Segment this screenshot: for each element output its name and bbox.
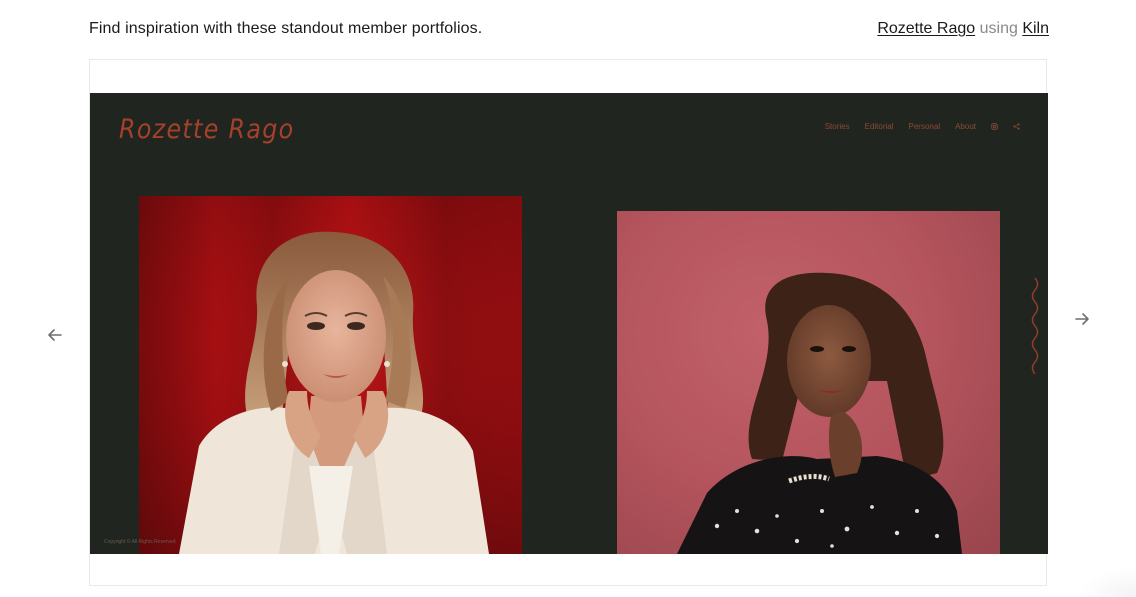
site-nav-item-editorial: Editorial [864, 122, 894, 131]
using-text: using [979, 20, 1018, 37]
arrow-left-icon [48, 329, 62, 341]
site-nav: Stories Editorial Personal About [825, 122, 1020, 131]
page: Find inspiration with these standout mem… [0, 0, 1136, 597]
site-nav-item-about: About [955, 122, 976, 131]
portrait-photo-2 [617, 211, 1000, 554]
corner-shadow [1076, 567, 1136, 597]
instagram-icon [991, 123, 998, 130]
site-nav-item-stories: Stories [824, 122, 850, 131]
site-logo: Rozette Rago [119, 114, 295, 145]
carousel-next-button[interactable] [1070, 307, 1094, 331]
tagline: Find inspiration with these standout mem… [89, 20, 483, 37]
portfolio-credit: Rozette Rago using Kiln [877, 20, 1049, 38]
template-link[interactable]: Kiln [1022, 20, 1049, 37]
portfolio-preview[interactable]: Rozette Rago Stories Editorial Personal … [90, 93, 1048, 554]
arrow-right-icon [1075, 313, 1089, 325]
share-icon [1013, 123, 1020, 130]
decorative-squiggle [1031, 278, 1039, 374]
portrait-photo-1 [139, 196, 522, 554]
carousel-prev-button[interactable] [43, 323, 67, 347]
site-copyright: Copyright © All Rights Reserved [104, 539, 176, 545]
author-link[interactable]: Rozette Rago [877, 20, 975, 37]
site-nav-item-personal: Personal [908, 122, 941, 131]
